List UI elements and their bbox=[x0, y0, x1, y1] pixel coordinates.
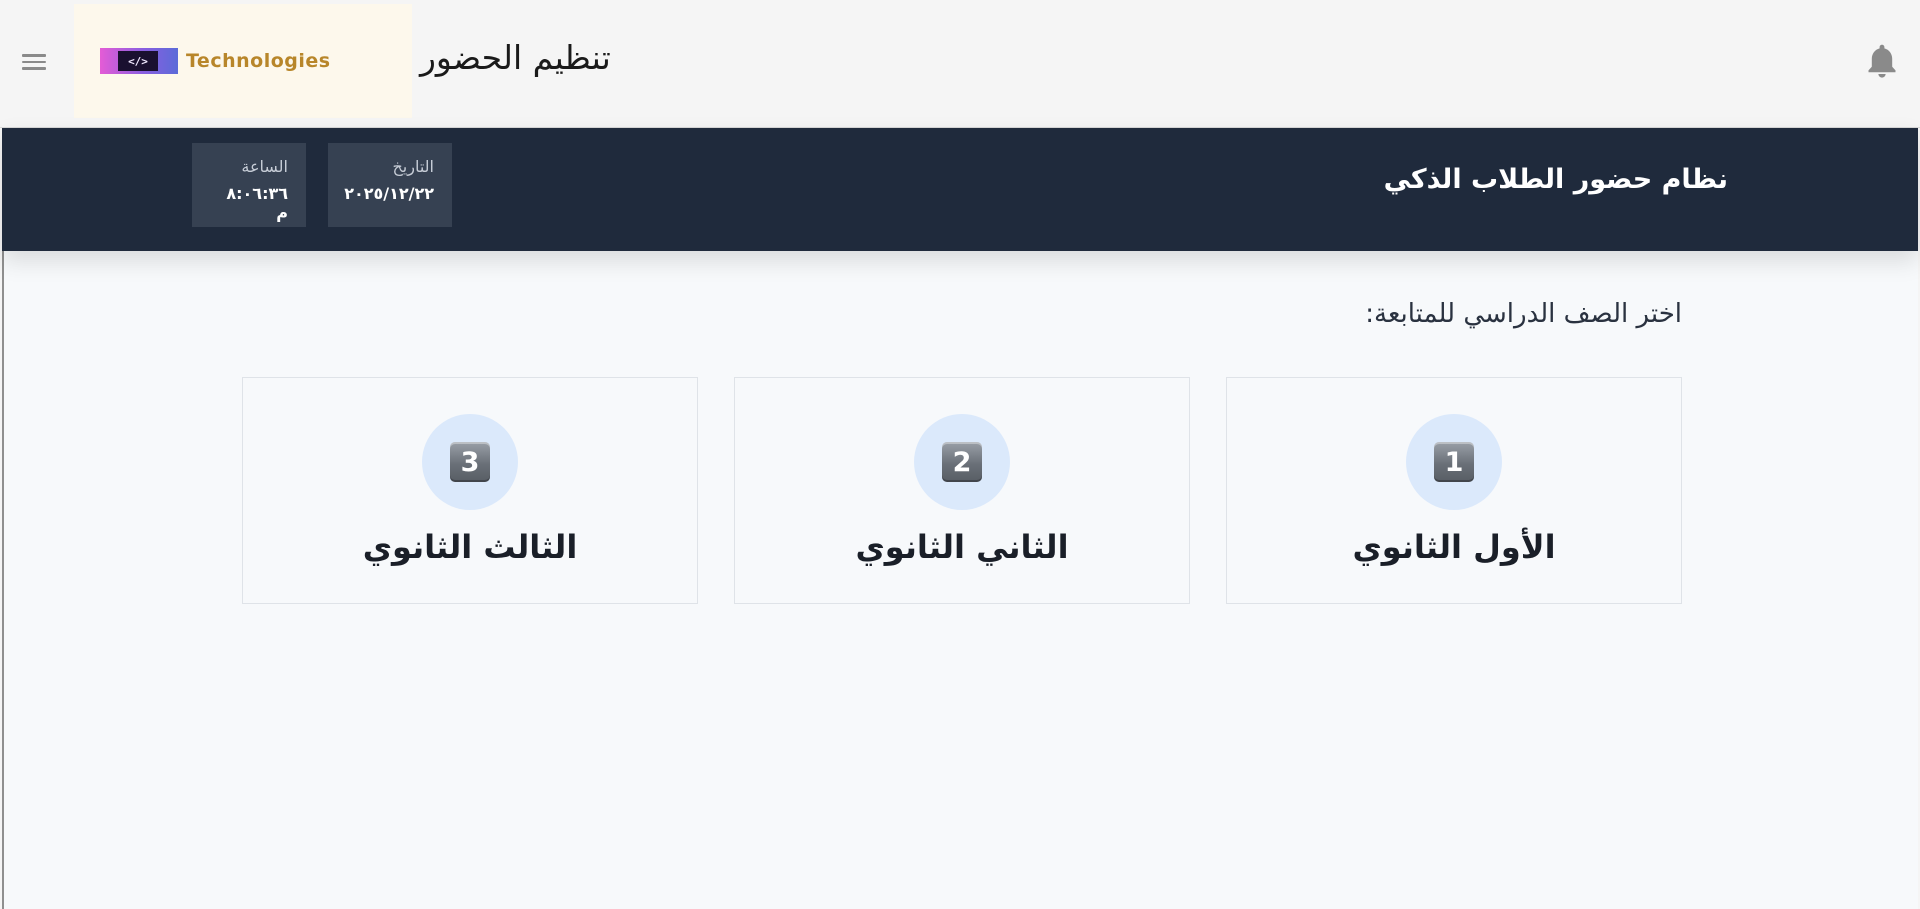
grade-label: الثاني الثانوي bbox=[855, 528, 1069, 566]
grade-card-first[interactable]: 1 الأول الثانوي bbox=[1226, 377, 1682, 604]
section-title: اختر الصف الدراسي للمتابعة: bbox=[1365, 299, 1682, 329]
logo-mark: </> bbox=[100, 48, 178, 74]
date-label: التاريخ bbox=[392, 157, 434, 176]
date-value: ٢٠٢٥/١٢/٢٢ bbox=[344, 184, 434, 203]
grade-label: الأول الثانوي bbox=[1352, 528, 1556, 566]
app-title: تنظيم الحضور bbox=[420, 38, 611, 77]
system-header: نظام حضور الطلاب الذكي التاريخ ٢٠٢٥/١٢/٢… bbox=[2, 128, 1918, 251]
logo-text: Technologies bbox=[186, 50, 331, 72]
company-logo: </> Technologies bbox=[74, 4, 412, 118]
grade-badge: 1 bbox=[1406, 414, 1502, 510]
top-app-bar: </> Technologies تنظيم الحضور bbox=[0, 0, 1920, 128]
time-value: ٨:٠٦:٣٦ م bbox=[226, 184, 288, 222]
logo-mark-text: </> bbox=[128, 54, 148, 68]
grade-card-third[interactable]: 3 الثالث الثانوي bbox=[242, 377, 698, 604]
grade-label: الثالث الثانوي bbox=[362, 528, 578, 566]
time-label: الساعة bbox=[241, 157, 288, 176]
keycap-1-icon: 1 bbox=[1434, 442, 1474, 482]
keycap-3-icon: 3 bbox=[450, 442, 490, 482]
main-content: اختر الصف الدراسي للمتابعة: 1 الأول الثا… bbox=[2, 251, 1918, 909]
keycap-2-icon: 2 bbox=[942, 442, 982, 482]
grade-badge: 2 bbox=[914, 414, 1010, 510]
system-title: نظام حضور الطلاب الذكي bbox=[1383, 164, 1728, 195]
bell-icon[interactable] bbox=[1864, 42, 1900, 82]
grade-card-second[interactable]: 2 الثاني الثانوي bbox=[734, 377, 1190, 604]
grade-badge: 3 bbox=[422, 414, 518, 510]
time-card: الساعة ٨:٠٦:٣٦ م bbox=[192, 143, 306, 227]
date-card: التاريخ ٢٠٢٥/١٢/٢٢ bbox=[328, 143, 452, 227]
hamburger-menu-icon[interactable] bbox=[16, 44, 52, 80]
